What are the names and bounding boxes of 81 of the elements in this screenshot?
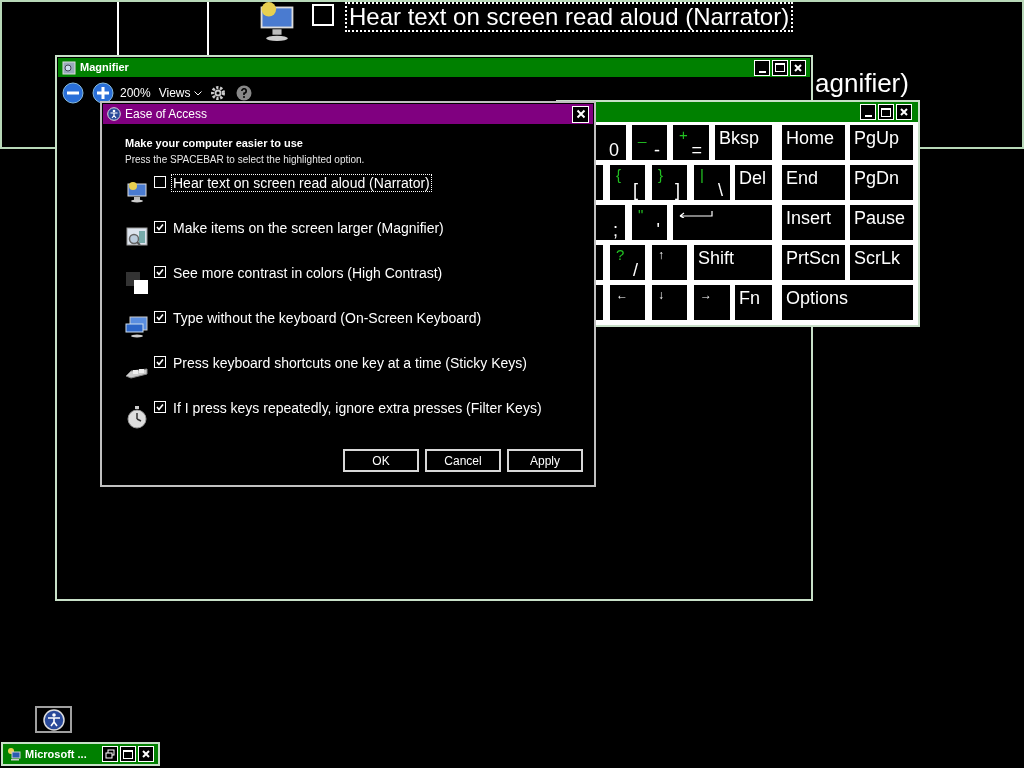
key-button[interactable]: PgDn bbox=[850, 165, 913, 200]
key-button[interactable]: Home bbox=[782, 125, 845, 160]
window-title: Ease of Access bbox=[125, 106, 208, 123]
checkbox[interactable] bbox=[154, 311, 166, 323]
key-button[interactable]: PrtScn bbox=[782, 245, 845, 280]
close-button[interactable] bbox=[572, 105, 589, 123]
minimize-button[interactable] bbox=[860, 104, 876, 120]
key-button[interactable]: ScrLk bbox=[850, 245, 913, 280]
key-button[interactable]: Options bbox=[782, 285, 913, 320]
maximize-button[interactable] bbox=[772, 59, 788, 76]
checkbox[interactable] bbox=[154, 176, 166, 188]
key-button[interactable]: + = bbox=[673, 125, 709, 160]
dialog-button[interactable]: OK bbox=[343, 449, 419, 472]
option-label[interactable]: Make items on the screen larger (Magnifier) bbox=[171, 219, 446, 237]
option-label: Hear text on screen read aloud (Narrator) bbox=[345, 2, 794, 32]
contrast-icon bbox=[125, 270, 149, 294]
close-icon bbox=[793, 62, 803, 73]
checkbox[interactable] bbox=[154, 221, 166, 233]
close-button[interactable] bbox=[896, 104, 912, 120]
maximize-button[interactable] bbox=[120, 746, 136, 762]
key-button[interactable]: { [ bbox=[610, 165, 645, 200]
enter-key[interactable] bbox=[673, 205, 772, 240]
keyboard-icon bbox=[125, 315, 149, 339]
close-button[interactable] bbox=[790, 59, 806, 76]
monitor-icon bbox=[125, 180, 149, 204]
key-button[interactable]: Shift bbox=[694, 245, 772, 280]
option-label: agnifier) bbox=[815, 68, 909, 98]
chevron-icon bbox=[193, 90, 202, 96]
close-icon bbox=[141, 749, 151, 759]
key-button[interactable]: " ' bbox=[632, 205, 667, 240]
accessibility-icon bbox=[42, 708, 65, 731]
magnifier-icon bbox=[62, 60, 76, 75]
option-label[interactable]: See more contrast in colors (High Contrast) bbox=[171, 264, 445, 282]
key-button[interactable]: } ] bbox=[652, 165, 687, 200]
key-button[interactable]: Fn bbox=[735, 285, 772, 320]
window-title: Microsoft ... bbox=[25, 746, 87, 762]
close-button[interactable] bbox=[138, 746, 154, 762]
window-title: Magnifier bbox=[80, 60, 129, 76]
minimize-button[interactable] bbox=[754, 59, 770, 76]
checkbox[interactable] bbox=[312, 4, 334, 26]
checkbox[interactable] bbox=[154, 266, 166, 278]
checkbox[interactable] bbox=[154, 356, 166, 368]
magnifier-icon bbox=[125, 225, 149, 249]
dialog-heading: Make your computer easier to use bbox=[125, 136, 304, 150]
dialog-hint: Press the SPACEBAR to select the highlighted option. bbox=[125, 153, 366, 167]
key-button[interactable]: Bksp bbox=[715, 125, 772, 160]
dialog-button[interactable]: Apply bbox=[507, 449, 583, 472]
accessibility-button[interactable] bbox=[35, 706, 72, 733]
option-label[interactable]: Hear text on screen read aloud (Narrator) bbox=[171, 174, 432, 192]
option-label[interactable]: Press keyboard shortcuts one key at a time (Sticky Keys) bbox=[171, 354, 530, 372]
minimized-window[interactable]: Microsoft ... bbox=[1, 742, 160, 766]
accessibility-icon bbox=[107, 107, 121, 121]
settings-icon[interactable] bbox=[209, 85, 226, 101]
restore-button[interactable] bbox=[102, 746, 118, 762]
key-button[interactable]: ↓ bbox=[652, 285, 687, 320]
key-button[interactable]: Pause bbox=[850, 205, 913, 240]
restore-icon bbox=[105, 749, 115, 759]
key-button[interactable]: ? / bbox=[610, 245, 645, 280]
stopwatch-icon bbox=[125, 405, 149, 429]
key-button[interactable]: Insert bbox=[782, 205, 845, 240]
computer-icon bbox=[7, 747, 21, 761]
zoom-out-icon[interactable] bbox=[62, 82, 84, 104]
key-button[interactable]: ↑ bbox=[652, 245, 687, 280]
zoom-level: 200% bbox=[120, 85, 151, 102]
dialog-button[interactable]: Cancel bbox=[425, 449, 501, 472]
keys-icon bbox=[125, 368, 149, 379]
maximize-button[interactable] bbox=[878, 104, 894, 120]
checkbox[interactable] bbox=[154, 401, 166, 413]
option-label[interactable]: If I press keys repeatedly, ignore extra presses (Filter Keys) bbox=[171, 399, 544, 417]
enter-arrow-icon bbox=[679, 210, 713, 218]
key-button[interactable]: End bbox=[782, 165, 845, 200]
key-button[interactable]: _ - bbox=[632, 125, 667, 160]
key-button[interactable]: Del bbox=[735, 165, 772, 200]
close-icon bbox=[575, 109, 586, 119]
key-button[interactable]: ← bbox=[610, 285, 645, 320]
key-button[interactable]: PgUp bbox=[850, 125, 913, 160]
help-icon[interactable] bbox=[235, 85, 252, 101]
option-label[interactable]: Type without the keyboard (On-Screen Keyboard) bbox=[171, 309, 484, 327]
key-button[interactable]: | \ bbox=[694, 165, 730, 200]
key-button[interactable]: → bbox=[694, 285, 730, 320]
close-icon bbox=[899, 107, 909, 117]
